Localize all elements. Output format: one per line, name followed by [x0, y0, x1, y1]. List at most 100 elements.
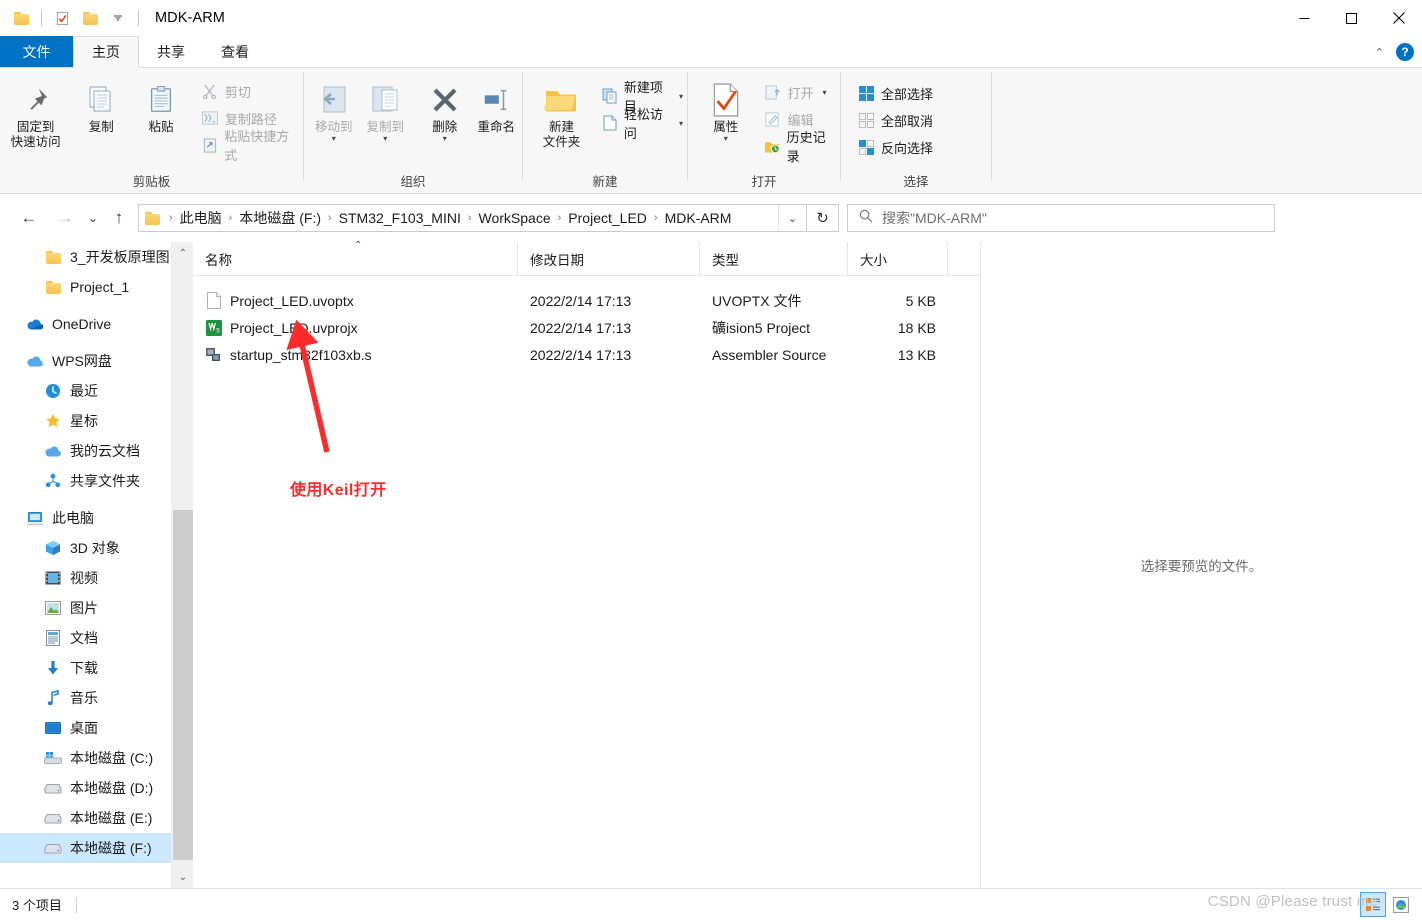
sidebar-item-label: 文档	[70, 630, 98, 646]
column-header-type[interactable]: 类型	[700, 242, 848, 276]
folder-icon[interactable]	[8, 5, 34, 31]
sidebar-item-schematic[interactable]: 3_开发板原理图	[0, 242, 171, 272]
generic-file-icon	[205, 292, 222, 309]
move-to-icon	[318, 80, 350, 120]
easy-access-caret[interactable]: ▾	[679, 119, 683, 128]
tab-share[interactable]: 共享	[139, 36, 203, 67]
scroll-up-icon[interactable]: ⌃	[172, 242, 194, 264]
recent-locations-button[interactable]: ⌄	[82, 205, 104, 231]
sidebar-item-videos[interactable]: 视频	[0, 563, 171, 593]
file-date-cell: 2022/2/14 17:13	[530, 346, 632, 363]
sidebar-item-pictures[interactable]: 图片	[0, 593, 171, 623]
tab-file[interactable]: 文件	[0, 36, 73, 67]
breadcrumb-item-project-led[interactable]: Project_LED	[564, 209, 651, 227]
move-to-caret[interactable]: ▾	[332, 135, 336, 143]
sidebar-item-starred[interactable]: 星标	[0, 406, 171, 436]
breadcrumb-item-this-pc[interactable]: 此电脑	[176, 207, 226, 229]
sidebar-item-label: 下载	[70, 660, 98, 676]
delete-caret[interactable]: ▾	[443, 135, 447, 143]
sidebar-item-drive-d[interactable]: 本地磁盘 (D:)	[0, 773, 171, 803]
drive-icon	[44, 839, 62, 857]
copy-button[interactable]: 复制	[71, 76, 131, 135]
breadcrumb-item-workspace[interactable]: WorkSpace	[475, 209, 555, 227]
column-label: 类型	[712, 253, 739, 268]
delete-button[interactable]: 删除 ▾	[419, 76, 471, 143]
paste-button[interactable]: 粘贴	[131, 76, 191, 135]
sidebar-item-drive-e[interactable]: 本地磁盘 (E:)	[0, 803, 171, 833]
pin-to-quick-access-button[interactable]: 固定到 快速访问	[0, 76, 71, 150]
help-icon[interactable]: ?	[1396, 43, 1414, 61]
sidebar-item-onedrive[interactable]: OneDrive	[0, 309, 171, 339]
up-button[interactable]: ↑	[106, 205, 132, 231]
properties-caret[interactable]: ▾	[724, 135, 728, 143]
tab-view[interactable]: 查看	[203, 36, 267, 67]
tab-home[interactable]: 主页	[73, 36, 139, 68]
sidebar-item-recent[interactable]: 最近	[0, 376, 171, 406]
column-header-size[interactable]: 大小	[848, 242, 948, 276]
file-type-cell: UVOPTX 文件	[712, 292, 802, 309]
scrollbar-thumb[interactable]	[173, 510, 193, 860]
properties-button[interactable]: 属性 ▾	[696, 76, 755, 143]
new-folder-button[interactable]: 新建 文件夹	[533, 76, 590, 150]
history-button[interactable]: 历史记录	[759, 130, 840, 164]
move-to-button[interactable]: 移动到 ▾	[308, 76, 360, 143]
maximize-button[interactable]	[1328, 0, 1375, 36]
select-none-button[interactable]: 全部取消	[853, 108, 937, 132]
invert-selection-label: 反向选择	[881, 140, 934, 156]
select-all-button[interactable]: 全部选择	[853, 81, 937, 105]
new-folder-icon[interactable]	[77, 5, 103, 31]
sidebar-item-project-1[interactable]: Project_1	[0, 272, 171, 302]
easy-access-button[interactable]: 轻松访问 ▾	[598, 107, 687, 141]
close-button[interactable]	[1375, 0, 1422, 36]
table-row[interactable]: 5 Project_LED.uvprojx 2022/2/14 17:13 礦i…	[193, 314, 980, 341]
rename-button[interactable]: 重命名	[471, 76, 523, 135]
cut-button[interactable]: 剪切	[197, 79, 303, 103]
column-label: 大小	[860, 253, 887, 268]
sidebar-item-documents[interactable]: 文档	[0, 623, 171, 653]
breadcrumb-item-stm32[interactable]: STM32_F103_MINI	[335, 209, 465, 227]
refresh-icon[interactable]: ↻	[807, 204, 839, 232]
invert-selection-button[interactable]: 反向选择	[853, 135, 937, 159]
sidebar-item-this-pc[interactable]: 此电脑	[0, 503, 171, 533]
sidebar-item-my-cloud-docs[interactable]: 我的云文档	[0, 436, 171, 466]
sidebar-item-music[interactable]: 音乐	[0, 683, 171, 713]
forward-button[interactable]: →	[52, 205, 78, 231]
minimize-button[interactable]	[1281, 0, 1328, 36]
breadcrumb-item-mdk-arm[interactable]: MDK-ARM	[661, 209, 736, 227]
sidebar-item-drive-c[interactable]: 本地磁盘 (C:)	[0, 743, 171, 773]
new-item-caret[interactable]: ▾	[679, 92, 683, 101]
sidebar-item-wps-cloud[interactable]: WPS网盘	[0, 346, 171, 376]
copy-to-button[interactable]: 复制到 ▾	[360, 76, 412, 143]
column-header-name[interactable]: ⌃ 名称	[193, 240, 518, 276]
cloud-doc-icon	[44, 442, 62, 460]
navigation-pane-scrollbar[interactable]: ⌃ ⌄	[171, 242, 193, 888]
keil-uvision-icon: 5	[205, 319, 222, 336]
paste-shortcut-button[interactable]: 粘贴快捷方式	[197, 129, 303, 163]
details-view-button[interactable]	[1360, 892, 1386, 917]
paste-label: 粘贴	[148, 120, 174, 134]
sidebar-item-desktop[interactable]: 桌面	[0, 713, 171, 743]
table-row[interactable]: Project_LED.uvoptx 2022/2/14 17:13 UVOPT…	[193, 287, 980, 314]
customize-qat-caret[interactable]	[105, 5, 131, 31]
column-header-date-modified[interactable]: 修改日期	[518, 242, 700, 276]
sidebar-item-label: 我的云文档	[70, 443, 140, 459]
copy-to-caret[interactable]: ▾	[383, 135, 387, 143]
breadcrumb-item-drive-f[interactable]: 本地磁盘 (F:)	[235, 207, 325, 229]
scroll-down-icon[interactable]: ⌄	[172, 866, 194, 888]
table-row[interactable]: startup_stm32f103xb.s 2022/2/14 17:13 As…	[193, 341, 980, 368]
sidebar-item-downloads[interactable]: 下载	[0, 653, 171, 683]
large-icons-view-button[interactable]	[1388, 892, 1414, 917]
collapse-ribbon-icon[interactable]: ⌃	[1375, 46, 1384, 59]
properties-icon[interactable]	[49, 5, 75, 31]
breadcrumb-sep-3: ›	[467, 212, 472, 224]
address-box[interactable]: › 此电脑 › 本地磁盘 (F:) › STM32_F103_MINI › Wo…	[138, 204, 807, 232]
open-caret[interactable]: ▾	[822, 88, 826, 97]
search-input[interactable]: 搜索"MDK-ARM"	[847, 204, 1275, 232]
sidebar-item-drive-f[interactable]: 本地磁盘 (F:)	[0, 833, 171, 863]
navigation-pane[interactable]: 3_开发板原理图 Project_1 OneDrive WPS网盘 最近 星标 …	[0, 242, 171, 888]
sidebar-item-shared-folder[interactable]: 共享文件夹	[0, 466, 171, 496]
chevron-down-icon[interactable]: ⌄	[778, 205, 806, 231]
back-button[interactable]: ←	[16, 205, 42, 231]
sidebar-item-3d-objects[interactable]: 3D 对象	[0, 533, 171, 563]
open-button[interactable]: 打开 ▾	[759, 80, 840, 104]
